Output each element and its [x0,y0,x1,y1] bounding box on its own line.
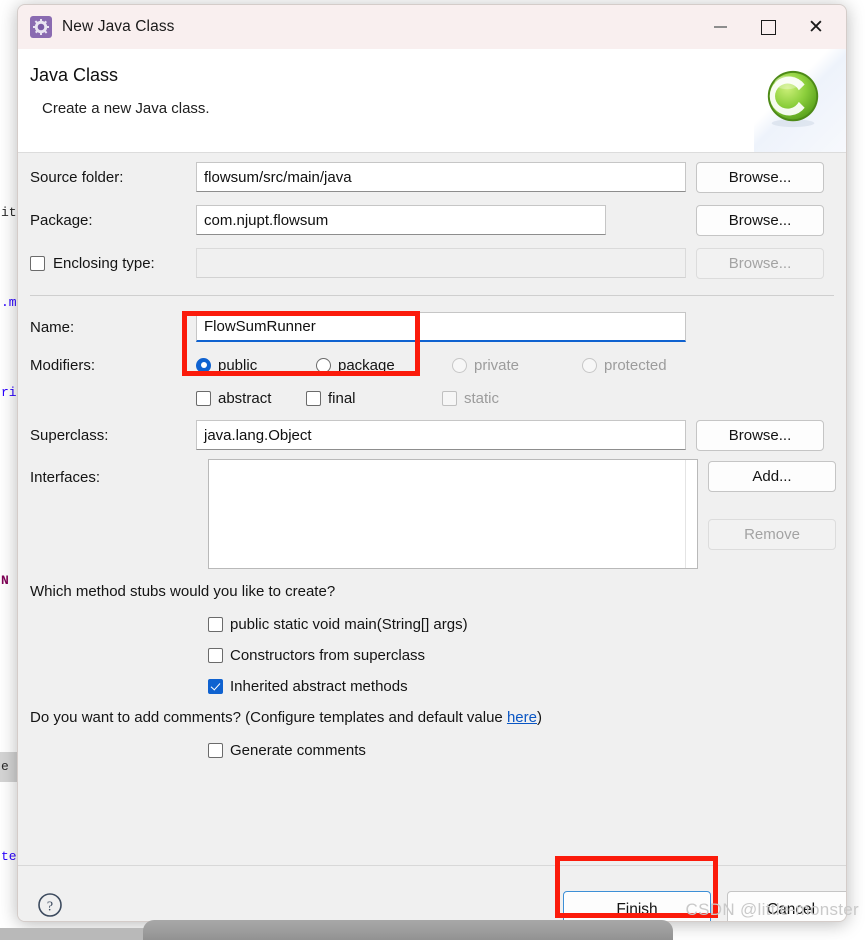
interfaces-remove-button: Remove [708,519,836,550]
package-label: Package: [30,211,93,229]
stub-main-method-label: public static void main(String[] args) [230,616,468,633]
modifier-final-label: final [328,389,356,407]
modifier-public[interactable]: public [196,357,316,374]
stub-inherited-abstract-label: Inherited abstract methods [230,678,408,695]
help-question-icon[interactable]: ? [37,892,63,918]
superclass-row: Superclass: java.lang.Object Browse... [18,419,846,451]
generate-comments-option[interactable]: Generate comments [208,742,366,759]
name-row: Name: FlowSumRunner [18,311,846,343]
separator-top [30,295,834,296]
header-banner [754,49,846,152]
maximize-button[interactable] [744,5,792,49]
enclosing-type-checkbox[interactable] [30,255,45,271]
enclosing-type-input [196,248,686,278]
generate-comments-label: Generate comments [230,742,366,759]
superclass-input[interactable]: java.lang.Object [196,420,686,450]
modifier-package-label: package [338,356,395,374]
comments-question-suffix: ) [536,709,542,726]
protected-radio [582,357,597,373]
source-folder-row: Source folder: flowsum/src/main/java Bro… [18,161,846,193]
method-stubs-question: Which method stubs would you like to cre… [30,583,336,600]
dialog-body: Source folder: flowsum/src/main/java Bro… [18,153,846,865]
enclosing-type-label-group[interactable]: Enclosing type: [18,255,196,272]
modifier-abstract[interactable]: abstract [196,390,306,407]
comments-question-prefix: Do you want to add comments? (Configure … [30,709,507,726]
static-checkbox [442,390,457,406]
modifiers-row-access: Modifiers: public package private protec… [18,349,846,381]
green-class-circle-icon [767,70,819,128]
interfaces-add-button[interactable]: Add... [708,461,836,492]
comments-question: Do you want to add comments? (Configure … [30,709,542,726]
modifier-static-label: static [464,389,500,407]
modifier-private-label: private [474,356,520,374]
modifier-private: private [452,357,582,374]
page-subtitle: Create a new Java class. [42,100,210,117]
stub-constructors[interactable]: Constructors from superclass [208,647,425,664]
abstract-checkbox[interactable] [196,390,211,406]
csdn-watermark: CSDN @little-monster [685,900,859,919]
java-class-wizard-icon [30,16,52,38]
modifier-package[interactable]: package [316,357,452,374]
inherited-abstract-checkbox[interactable] [208,679,223,694]
new-java-class-dialog: New Java Class ✕ Java Class Create a new… [17,4,847,922]
modifiers-row-flags: abstract final static [18,382,846,414]
page-title: Java Class [30,65,119,85]
dialog-title: New Java Class [62,18,175,35]
enclosing-type-browse-button: Browse... [696,247,824,279]
stub-inherited-abstract[interactable]: Inherited abstract methods [208,678,408,695]
modifiers-label: Modifiers: [30,356,96,374]
enclosing-type-label: Enclosing type: [53,254,155,272]
stub-main-method[interactable]: public static void main(String[] args) [208,616,468,633]
modifier-final[interactable]: final [306,390,442,407]
configure-templates-link[interactable]: here [507,709,537,726]
interfaces-scrollbar[interactable] [685,460,697,568]
source-folder-input[interactable]: flowsum/src/main/java [196,162,686,192]
superclass-label: Superclass: [30,426,109,444]
modifier-static: static [442,390,499,407]
main-method-checkbox[interactable] [208,617,223,632]
modifier-abstract-label: abstract [218,389,272,407]
source-folder-label: Source folder: [30,168,124,186]
private-radio [452,357,467,373]
svg-text:?: ? [47,900,53,915]
taskbar-left-strip [0,928,160,940]
generate-comments-checkbox[interactable] [208,743,223,758]
interfaces-label: Interfaces: [30,468,101,486]
dialog-titlebar[interactable]: New Java Class ✕ [18,5,846,49]
package-row: Package: com.njupt.flowsum Browse... [18,204,846,236]
constructors-checkbox[interactable] [208,648,223,663]
final-checkbox[interactable] [306,390,321,406]
package-radio[interactable] [316,357,331,373]
name-input[interactable]: FlowSumRunner [196,312,686,342]
modifier-protected: protected [582,357,667,374]
stub-constructors-label: Constructors from superclass [230,647,426,664]
taskbar-rounded-bar [143,920,673,940]
enclosing-type-row: Enclosing type: Browse... [18,247,846,279]
desktop-right-edge [845,0,865,940]
minimize-button[interactable] [696,5,744,49]
name-label: Name: [30,318,75,336]
superclass-browse-button[interactable]: Browse... [696,419,824,451]
public-radio[interactable] [196,357,211,373]
package-browse-button[interactable]: Browse... [696,204,824,236]
modifier-public-label: public [218,356,258,374]
window-controls: ✕ [696,5,846,49]
modifier-protected-label: protected [604,356,667,374]
source-folder-browse-button[interactable]: Browse... [696,161,824,193]
screen: it .m ri N e te te ng i: ie g xp ne [0,0,865,940]
package-input[interactable]: com.njupt.flowsum [196,205,606,235]
interfaces-listbox[interactable] [208,459,698,569]
close-button[interactable]: ✕ [792,5,840,49]
dialog-header: Java Class Create a new Java class. [18,49,846,153]
